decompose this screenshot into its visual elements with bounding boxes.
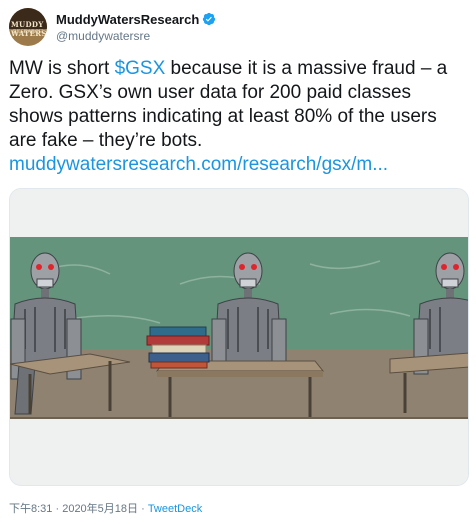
tweet-media-image[interactable] <box>9 188 469 486</box>
tweet-footer: 下午8:31 · 2020年5月18日 · TweetDeck <box>9 500 202 516</box>
cashtag-link[interactable]: $GSX <box>115 58 166 79</box>
research-link[interactable]: muddywatersresearch.com/research/gsx/m..… <box>9 154 388 175</box>
author-names: MuddyWatersResearch @muddywatersre <box>56 12 216 43</box>
verified-badge-icon <box>203 12 216 26</box>
avatar-logo-subtext: RESEARCH <box>13 29 44 35</box>
tweet-header: MUDDY WATERS RESEARCH MuddyWatersResearc… <box>9 8 216 46</box>
tweet-date[interactable]: 2020年5月18日 <box>62 503 138 515</box>
author-display-name[interactable]: MuddyWatersResearch <box>56 12 199 27</box>
footer-separator: · <box>52 503 63 515</box>
avatar[interactable]: MUDDY WATERS RESEARCH <box>9 8 47 46</box>
author-handle[interactable]: @muddywatersre <box>56 29 216 43</box>
tweet-source-app[interactable]: TweetDeck <box>148 503 202 515</box>
tweet-card: MUDDY WATERS RESEARCH MuddyWatersResearc… <box>0 0 476 524</box>
tweet-text-intro: MW is short <box>9 58 115 79</box>
tweet-time[interactable]: 下午8:31 <box>9 503 52 515</box>
tweet-text: MW is short $GSX because it is a massive… <box>9 57 469 177</box>
robots-in-classroom-image <box>10 189 468 485</box>
footer-separator: · <box>138 503 148 515</box>
